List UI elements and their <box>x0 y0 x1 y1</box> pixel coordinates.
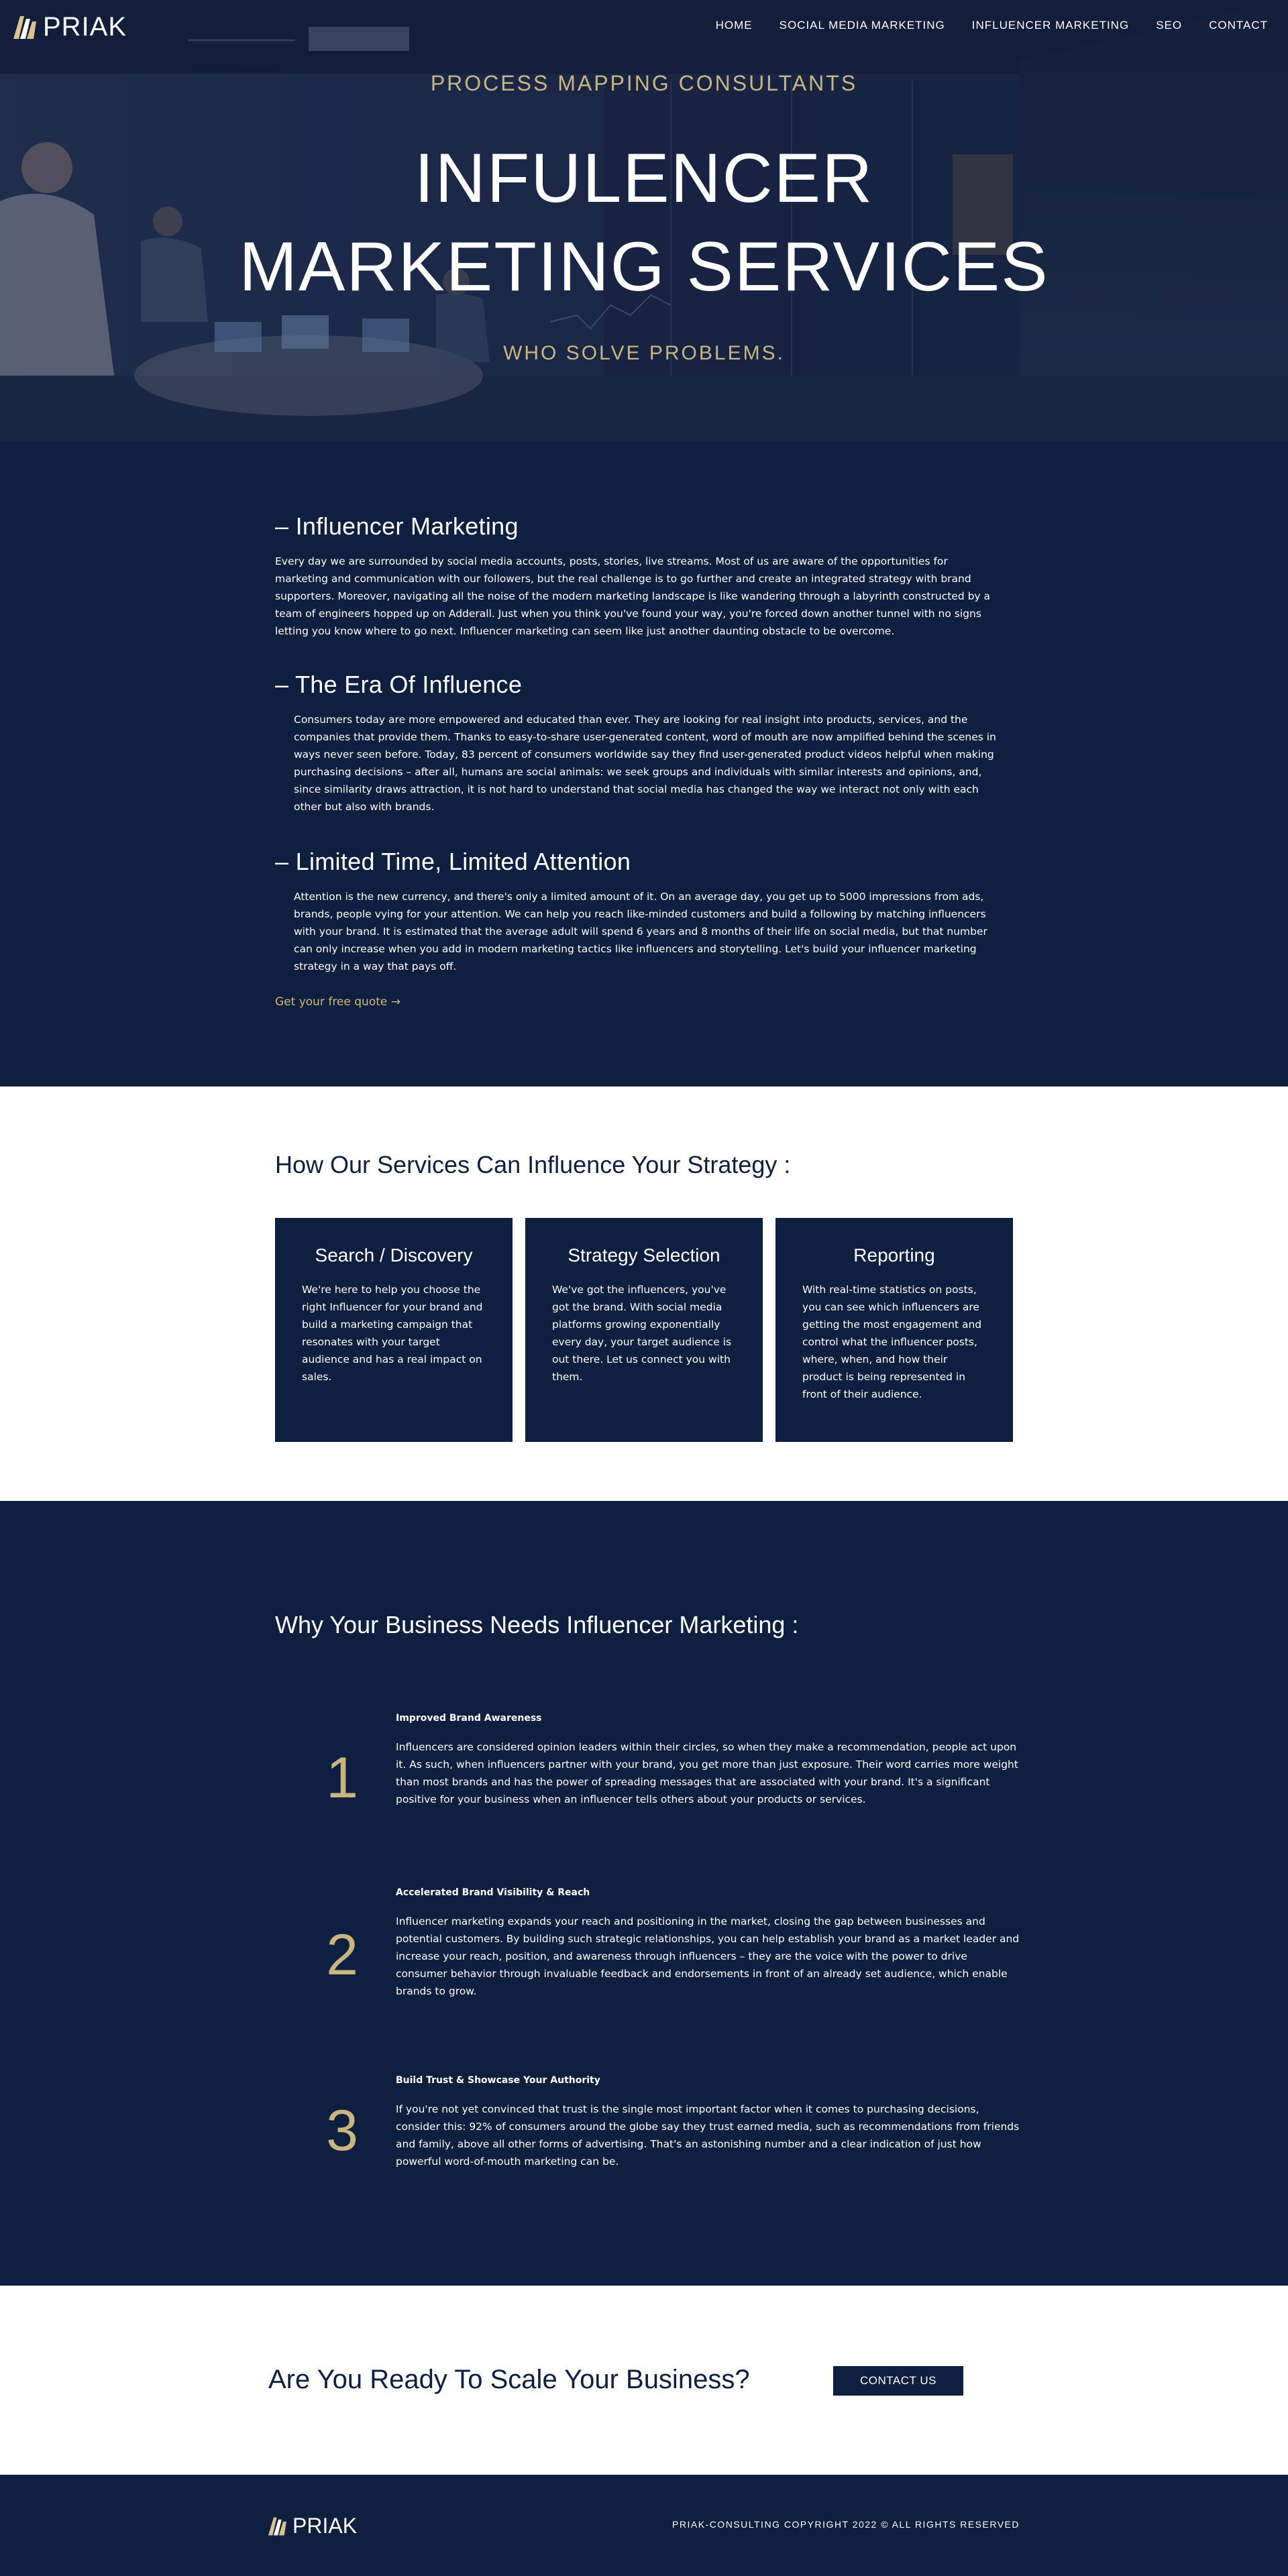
reason-number: 1 <box>326 1746 358 1810</box>
service-card-reporting: Reporting With real-time statistics on p… <box>775 1218 1013 1442</box>
reason-text: Influencers are considered opinion leade… <box>396 1741 1018 1805</box>
service-card-text: With real-time statistics on posts, you … <box>802 1284 982 1400</box>
why-heading: Why Your Business Needs Influencer Marke… <box>275 1611 799 1638</box>
service-card-text: We've got the influencers, you've got th… <box>552 1284 732 1383</box>
reason-number: 3 <box>326 2098 358 2163</box>
era-of-influence-text: Consumers today are more empowered and e… <box>294 714 996 813</box>
nav-contact-link[interactable]: CONTACT <box>1209 19 1268 32</box>
reason-content: Build Trust & Showcase Your Authority If… <box>396 2075 1020 2170</box>
hero-section: PRIAK HOME SOCIAL MEDIA MARKETING INFLUE… <box>0 0 1288 441</box>
reason-title: Build Trust & Showcase Your Authority <box>396 2075 600 2086</box>
hero-title-line-2: MARKETING SERVICES <box>239 228 1049 306</box>
cta-heading: Are You Ready To Scale Your Business? <box>268 2365 750 2394</box>
service-card-title: Search / Discovery <box>315 1245 473 1266</box>
service-card-title: Reporting <box>853 1245 935 1266</box>
main-menu: HOME SOCIAL MEDIA MARKETING INFLUENCER M… <box>716 19 1268 32</box>
cta-section: Are You Ready To Scale Your Business? CO… <box>0 2286 1288 2475</box>
service-card-strategy-selection: Strategy Selection We've got the influen… <box>525 1218 763 1442</box>
service-card-search-discovery: Search / Discovery We're here to help yo… <box>275 1218 513 1442</box>
header-logo[interactable]: PRIAK <box>13 12 127 42</box>
limited-attention-block: – Limited Time, Limited Attention Attent… <box>275 848 1000 975</box>
contact-us-button[interactable]: CONTACT US <box>833 2366 963 2396</box>
reason-content: Accelerated Brand Visibility & Reach Inf… <box>396 1887 1020 2000</box>
reason-text: If you're not yet convinced that trust i… <box>396 2103 1020 2168</box>
hero-title: INFULENCER MARKETING SERVICES <box>0 134 1288 311</box>
influencer-marketing-heading: – Influencer Marketing <box>275 512 519 540</box>
limited-attention-heading: – Limited Time, Limited Attention <box>275 848 631 875</box>
nav-home-link[interactable]: HOME <box>716 19 753 32</box>
services-section: How Our Services Can Influence Your Stra… <box>0 1086 1288 1501</box>
hero-title-line-1: INFULENCER <box>414 139 874 217</box>
nav-seo-link[interactable]: SEO <box>1156 19 1182 32</box>
priak-logo-icon <box>268 2517 286 2535</box>
top-navigation: PRIAK HOME SOCIAL MEDIA MARKETING INFLUE… <box>0 0 1288 51</box>
limited-attention-text: Attention is the new currency, and there… <box>294 891 987 972</box>
priak-logo-icon <box>13 15 36 39</box>
brand-name: PRIAK <box>43 12 127 42</box>
footer: PRIAK PRIAK-CONSULTING COPYRIGHT 2022 © … <box>0 2475 1288 2576</box>
influencer-marketing-block: – Influencer Marketing Every day we are … <box>275 512 1000 640</box>
nav-influencer-marketing-link[interactable]: INFLUENCER MARKETING <box>972 19 1129 32</box>
service-card-title: Strategy Selection <box>568 1245 720 1266</box>
era-of-influence-heading: – The Era Of Influence <box>275 671 523 698</box>
influencer-marketing-text: Every day we are surrounded by social me… <box>275 555 991 637</box>
footer-logo[interactable]: PRIAK <box>268 2514 357 2538</box>
footer-brand-name: PRIAK <box>292 2514 358 2538</box>
services-heading: How Our Services Can Influence Your Stra… <box>275 1151 791 1178</box>
service-card-text: We're here to help you choose the right … <box>302 1284 483 1383</box>
era-of-influence-block: – The Era Of Influence Consumers today a… <box>275 671 1000 816</box>
free-quote-link[interactable]: Get your free quote → <box>275 995 400 1009</box>
intro-section: – Influencer Marketing Every day we are … <box>0 441 1288 1086</box>
nav-social-media-marketing-link[interactable]: SOCIAL MEDIA MARKETING <box>780 19 945 32</box>
why-section: Why Your Business Needs Influencer Marke… <box>0 1501 1288 2286</box>
hero-kicker: PROCESS MAPPING CONSULTANTS <box>430 71 858 95</box>
reason-number: 2 <box>326 1923 358 1987</box>
copyright-text: PRIAK-CONSULTING COPYRIGHT 2022 © ALL RI… <box>672 2519 1020 2530</box>
reason-content: Improved Brand Awareness Influencers are… <box>396 1713 1020 1808</box>
hero-tagline: WHO SOLVE PROBLEMS. <box>503 342 785 364</box>
reason-text: Influencer marketing expands your reach … <box>396 1915 1020 1997</box>
reason-title: Accelerated Brand Visibility & Reach <box>396 1887 590 1898</box>
reason-title: Improved Brand Awareness <box>396 1713 542 1724</box>
